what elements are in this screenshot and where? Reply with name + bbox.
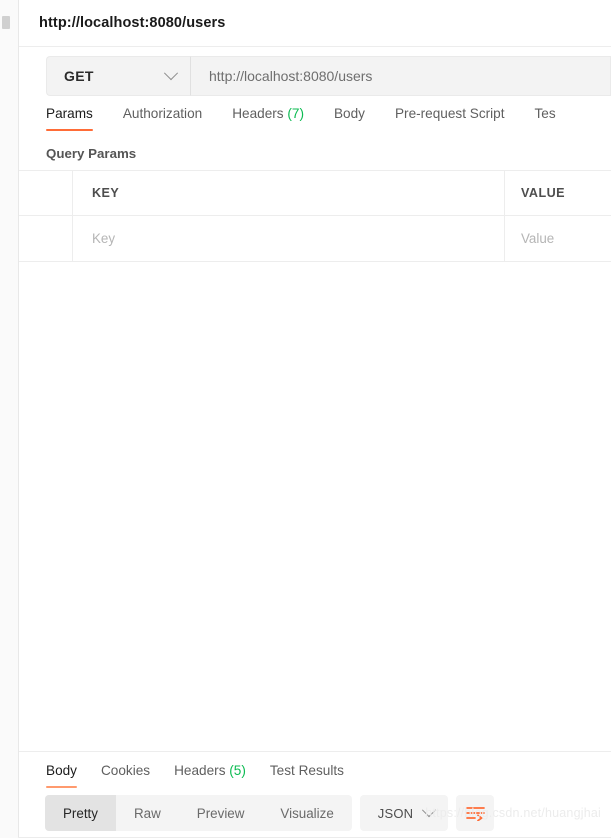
tab-label: Pre-request Script — [395, 106, 505, 121]
request-tabs: Params Authorization Headers (7) Body Pre-re… — [19, 104, 611, 140]
param-key-input[interactable]: Key — [73, 216, 505, 261]
sidebar-toggle-icon[interactable] — [2, 16, 10, 29]
view-mode-raw[interactable]: Raw — [116, 795, 179, 831]
tab-count-badge: (7) — [284, 106, 304, 121]
view-mode-visualize[interactable]: Visualize — [262, 795, 351, 831]
main-pane: http://localhost:8080/users GET http://l… — [19, 0, 611, 838]
tab-pre-request-script[interactable]: Pre-request Script — [395, 104, 505, 131]
url-input[interactable]: http://localhost:8080/users — [191, 56, 611, 96]
tab-label: Body — [46, 763, 77, 778]
watermark: https://blog.csdn.net/huangjhai — [425, 806, 601, 820]
table-header-row: KEY VALUE — [19, 171, 611, 216]
column-header-value: VALUE — [505, 171, 611, 215]
tab-headers[interactable]: Headers (7) — [232, 104, 304, 131]
tab-label: Headers — [174, 763, 225, 778]
tab-label: Body — [334, 106, 365, 121]
postman-window: http://localhost:8080/users GET http://l… — [0, 0, 611, 838]
tab-tes[interactable]: Tes — [535, 104, 556, 131]
request-title: http://localhost:8080/users — [39, 15, 225, 31]
view-mode-pretty[interactable]: Pretty — [45, 795, 116, 831]
tab-label: Params — [46, 106, 93, 121]
view-mode-preview[interactable]: Preview — [179, 795, 263, 831]
response-pane: Body Cookies Headers (5) Test Results Prett… — [19, 752, 611, 838]
tab-label: Cookies — [101, 763, 150, 778]
chevron-down-icon — [164, 66, 178, 80]
request-title-bar: http://localhost:8080/users — [19, 0, 611, 47]
tab-body[interactable]: Body — [334, 104, 365, 131]
response-tab-headers[interactable]: Headers (5) — [174, 761, 246, 788]
query-params-table: KEY VALUE Key Value — [19, 170, 611, 262]
response-tabs: Body Cookies Headers (5) Test Results — [19, 752, 611, 789]
tab-authorization[interactable]: Authorization — [123, 104, 202, 131]
tab-count-badge: (5) — [226, 763, 246, 778]
tab-label: Test Results — [270, 763, 344, 778]
method-select[interactable]: GET — [46, 56, 191, 96]
tab-label: Authorization — [123, 106, 202, 121]
column-header-key-label: KEY — [92, 186, 119, 200]
param-value-input[interactable]: Value — [505, 216, 611, 261]
param-key-placeholder: Key — [92, 231, 115, 246]
view-mode-switch: PrettyRawPreviewVisualize — [45, 795, 352, 831]
tab-params[interactable]: Params — [46, 104, 93, 131]
url-value: http://localhost:8080/users — [209, 68, 372, 84]
tab-label: Tes — [535, 106, 556, 121]
column-header-value-label: VALUE — [521, 186, 565, 200]
method-label: GET — [64, 68, 94, 84]
empty-area — [19, 262, 611, 752]
query-params-heading: Query Params — [19, 140, 611, 170]
param-value-placeholder: Value — [521, 231, 554, 246]
format-label: JSON — [378, 806, 413, 821]
column-header-key: KEY — [73, 171, 505, 215]
tab-label: Headers — [232, 106, 283, 121]
response-tab-body[interactable]: Body — [46, 761, 77, 788]
url-row: GET http://localhost:8080/users — [19, 47, 611, 104]
table-row: Key Value — [19, 216, 611, 261]
row-checkbox-cell[interactable] — [19, 216, 73, 261]
response-tab-test-results[interactable]: Test Results — [270, 761, 344, 788]
select-all-cell — [19, 171, 73, 215]
left-rail — [0, 0, 19, 838]
response-tab-cookies[interactable]: Cookies — [101, 761, 150, 788]
